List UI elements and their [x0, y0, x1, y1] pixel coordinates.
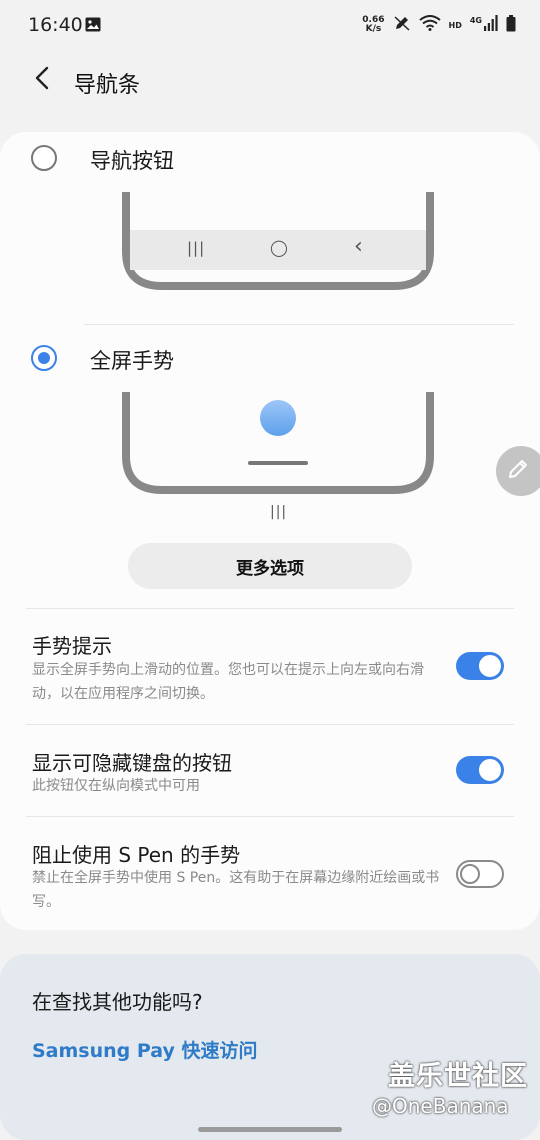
- divider: [26, 816, 514, 817]
- hide-keyboard-button-toggle[interactable]: [456, 756, 504, 784]
- back-nav-icon: ‹: [354, 234, 363, 259]
- header: 导航条: [0, 52, 540, 112]
- home-indicator[interactable]: [198, 1127, 342, 1132]
- suggestion-title: 在查找其他功能吗?: [32, 990, 203, 1014]
- gesture-hint-icon: |||: [270, 504, 288, 520]
- network-speed-unit: K/s: [365, 24, 382, 34]
- setting-title: 阻止使用 S Pen 的手势: [32, 843, 241, 867]
- block-spen-gestures-toggle[interactable]: [456, 860, 504, 888]
- status-bar: 16:40 0.66 K/s HD 4G: [0, 0, 540, 52]
- setting-description: 禁止在全屏手势中使用 S Pen。这有助于在屏幕边缘附近绘画或书写。: [32, 870, 440, 910]
- status-icons: 0.66 K/s HD 4G: [362, 14, 516, 36]
- image-icon: [85, 17, 101, 36]
- gesture-preview: [122, 392, 434, 496]
- samsung-pay-quick-access-link[interactable]: Samsung Pay 快速访问: [32, 1036, 258, 1063]
- back-button[interactable]: [26, 64, 58, 96]
- more-options-button[interactable]: 更多选项: [128, 543, 412, 589]
- watermark-user: @OneBanana: [372, 1094, 509, 1118]
- network-type-label: 4G: [469, 15, 482, 25]
- page-title: 导航条: [74, 73, 141, 98]
- setting-title: 显示可隐藏键盘的按钮: [32, 751, 232, 775]
- divider: [84, 324, 514, 325]
- signal-icon: [484, 15, 498, 35]
- nav-buttons-label[interactable]: 导航按钮: [90, 145, 174, 175]
- network-speed: 0.66 K/s: [362, 16, 384, 34]
- status-time: 16:40: [28, 14, 83, 36]
- divider: [26, 724, 514, 725]
- settings-card: 导航按钮 ||| ◯ ‹ 全屏手势 ||| 更多选项 手势提示 显示全屏手势向上…: [0, 132, 540, 930]
- pencil-icon: [509, 458, 529, 484]
- recents-icon: |||: [187, 239, 206, 257]
- pen-detached-icon: [393, 14, 411, 36]
- battery-icon: [506, 14, 516, 36]
- setting-title: 手势提示: [32, 634, 112, 658]
- chevron-left-icon: [34, 66, 50, 94]
- home-icon: ◯: [270, 238, 288, 257]
- edit-floating-button[interactable]: [496, 446, 540, 496]
- gesture-hint-toggle[interactable]: [456, 652, 504, 680]
- wifi-icon: [418, 15, 441, 35]
- hd-voice-label: HD: [448, 20, 462, 30]
- setting-description: 此按钮仅在纵向模式中可用: [32, 778, 200, 794]
- full-screen-gestures-radio[interactable]: [31, 345, 57, 371]
- nav-buttons-radio[interactable]: [31, 145, 57, 171]
- watermark-site: 盖乐世社区: [388, 1061, 528, 1092]
- full-screen-gestures-label[interactable]: 全屏手势: [90, 345, 174, 375]
- setting-description: 显示全屏手势向上滑动的位置。您也可以在提示上向左或向右滑动，以在应用程序之间切换…: [32, 662, 424, 702]
- divider: [26, 608, 514, 609]
